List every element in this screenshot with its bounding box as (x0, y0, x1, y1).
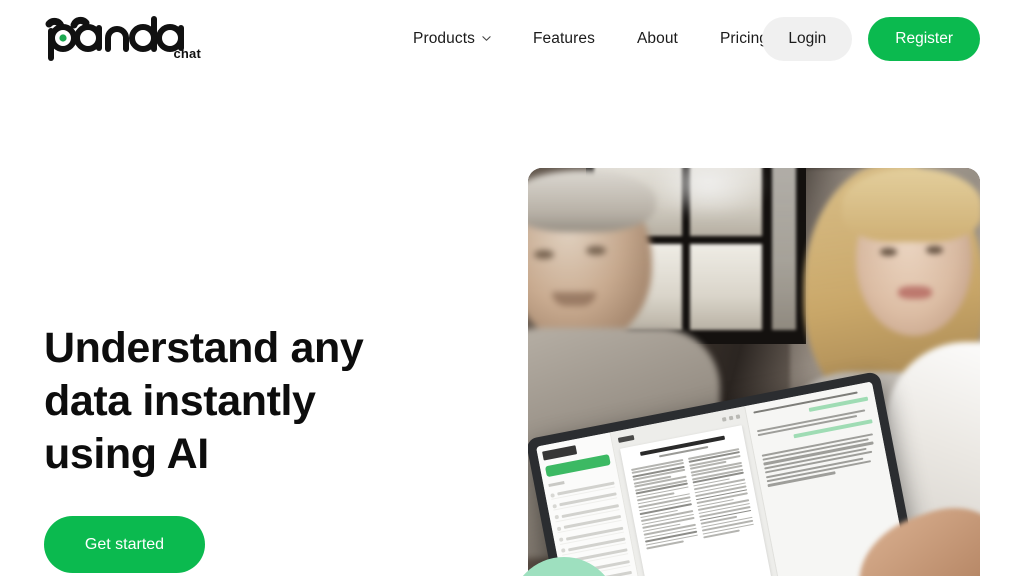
main-navigation: Products Features About Pricing (413, 0, 768, 78)
nav-item-about-label: About (636, 30, 678, 47)
site-header: chat Products Features About Pricing Log… (0, 0, 1024, 78)
hero-headline: Understand any data instantly using AI (44, 324, 364, 478)
nav-item-pricing-label: Pricing (719, 30, 769, 47)
register-button[interactable]: Register (868, 17, 980, 61)
landing-page: chat Products Features About Pricing Log… (0, 0, 1024, 576)
login-button[interactable]: Login (762, 17, 853, 61)
hero-section: Understand any data instantly using AI G… (44, 322, 464, 573)
nav-item-about[interactable]: About (637, 30, 678, 48)
logo-subtext: chat (173, 46, 201, 61)
nav-item-products[interactable]: Products (413, 30, 491, 48)
chevron-down-icon (482, 34, 491, 43)
hero-photo (528, 168, 980, 576)
get-started-button[interactable]: Get started (44, 516, 205, 573)
nav-item-pricing[interactable]: Pricing (720, 30, 768, 48)
nav-item-features-label: Features (532, 30, 595, 47)
hero-image (528, 168, 980, 576)
nav-item-products-label: Products (413, 30, 475, 47)
header-actions: Login Register (762, 17, 980, 61)
nav-item-features[interactable]: Features (533, 30, 595, 48)
panda-chat-logo[interactable]: chat (44, 14, 201, 62)
